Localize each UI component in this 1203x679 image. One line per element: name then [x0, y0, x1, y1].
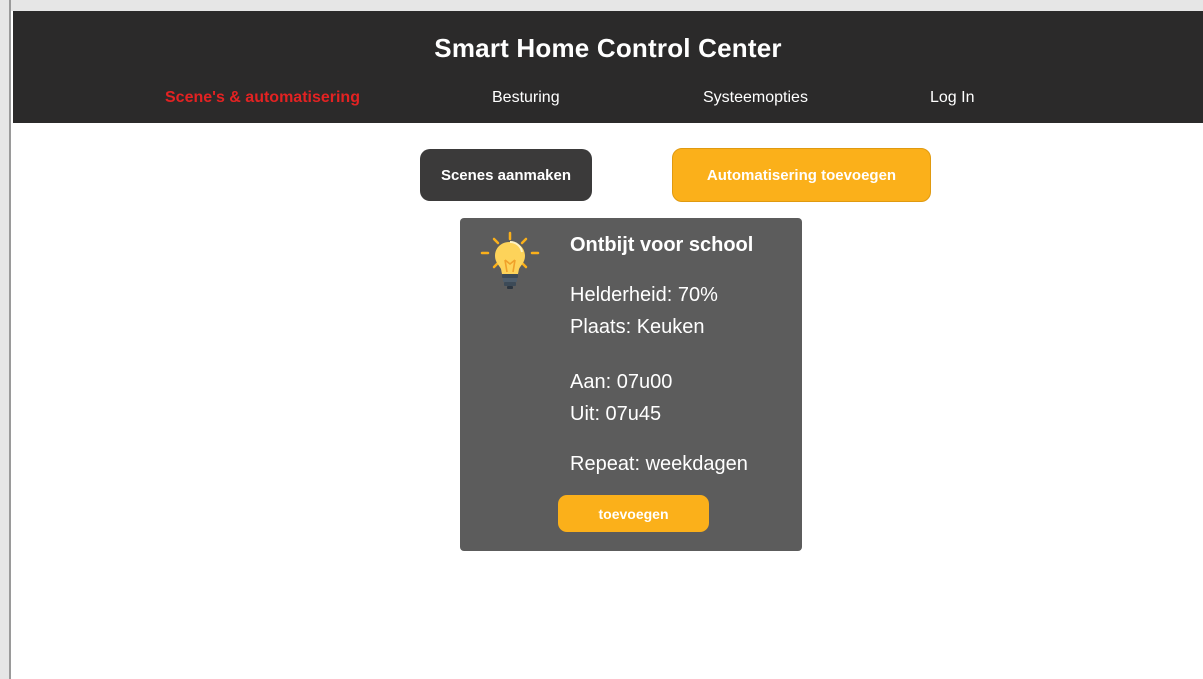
lightbulb-icon: [480, 231, 540, 289]
scene-off-time: Uit: 07u45: [570, 403, 662, 425]
scene-brightness: Helderheid: 70%: [570, 284, 718, 306]
create-scenes-button[interactable]: Scenes aanmaken: [420, 149, 592, 201]
top-header: Smart Home Control Center Scene's & auto…: [13, 11, 1203, 123]
add-automation-button[interactable]: Automatisering toevoegen: [672, 148, 931, 202]
add-scene-button[interactable]: toevoegen: [558, 495, 709, 532]
nav-item-scenes-automation[interactable]: Scene's & automatisering: [165, 89, 360, 107]
scene-on-time: Aan: 07u00: [570, 371, 673, 393]
scene-card: Ontbijt voor school Helderheid: 70% Plaa…: [460, 218, 802, 551]
page-title: Smart Home Control Center: [434, 33, 782, 63]
window-top-edge: [0, 0, 1203, 11]
app-window: Smart Home Control Center Scene's & auto…: [0, 0, 1203, 679]
nav-item-system-options[interactable]: Systeemopties: [703, 89, 808, 107]
nav-item-control[interactable]: Besturing: [492, 89, 560, 107]
scene-repeat: Repeat: weekdagen: [570, 453, 748, 475]
scene-title: Ontbijt voor school: [570, 234, 754, 256]
window-left-edge: [0, 0, 11, 679]
nav-item-login[interactable]: Log In: [930, 89, 974, 107]
scene-location: Plaats: Keuken: [570, 316, 705, 338]
